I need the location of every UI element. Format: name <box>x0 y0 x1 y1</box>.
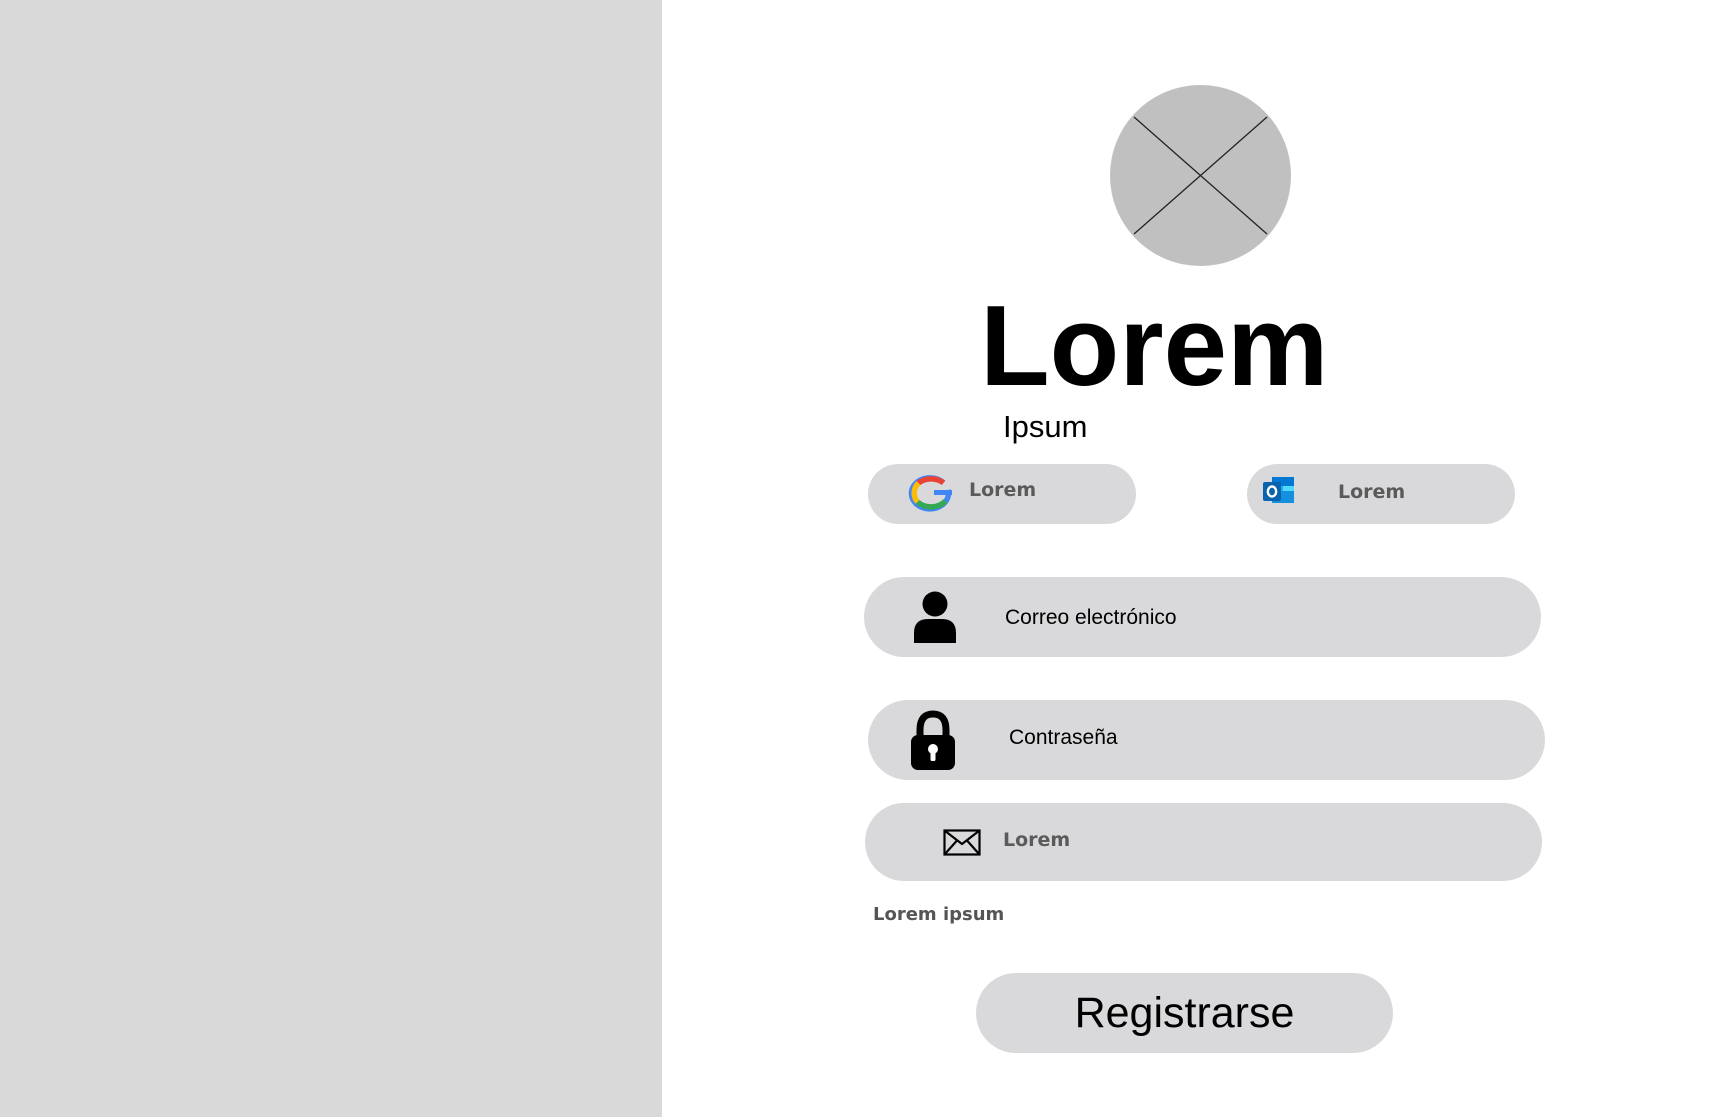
page-subtitle: Ipsum <box>1003 409 1088 444</box>
register-label: Registrarse <box>1074 989 1295 1037</box>
email-field[interactable]: Correo electrónico <box>864 577 1541 657</box>
extra-email-field[interactable]: Lorem <box>865 803 1542 881</box>
envelope-icon <box>943 829 981 856</box>
page-title: Lorem <box>980 283 1329 410</box>
secondary-link[interactable]: Lorem ipsum <box>873 906 1004 924</box>
outlook-logo-icon <box>1263 477 1294 503</box>
email-placeholder: Correo electrónico <box>1005 606 1177 629</box>
user-icon <box>914 591 956 643</box>
google-signin-button[interactable]: Lorem <box>868 464 1136 524</box>
outlook-signin-label: Lorem <box>1338 481 1406 503</box>
register-button[interactable]: Registrarse <box>976 973 1393 1053</box>
extra-field-placeholder: Lorem <box>1003 829 1071 851</box>
outlook-signin-button[interactable]: Lorem <box>1247 464 1515 524</box>
google-logo-icon <box>908 475 952 512</box>
left-image-panel <box>0 0 662 1117</box>
google-signin-label: Lorem <box>969 479 1037 501</box>
lock-icon <box>911 710 955 770</box>
password-field[interactable]: Contraseña <box>868 700 1545 780</box>
password-placeholder: Contraseña <box>1009 726 1118 749</box>
avatar-placeholder-icon <box>1110 85 1291 266</box>
